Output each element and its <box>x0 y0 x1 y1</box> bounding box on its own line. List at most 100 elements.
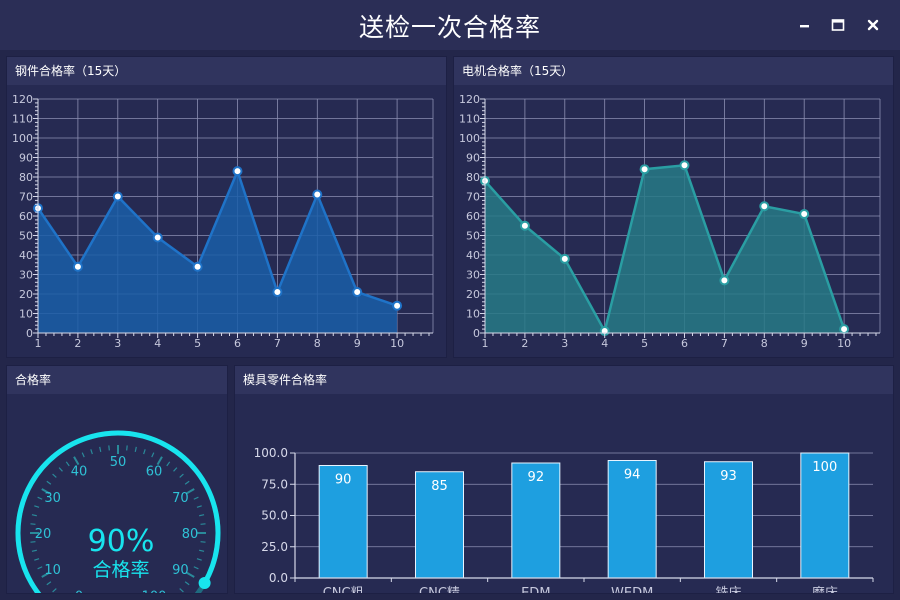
y-tick-label: 80 <box>19 171 33 184</box>
y-tick-label: 50 <box>466 230 480 243</box>
gauge-tick <box>31 549 37 552</box>
motor-panel-title: 电机合格率（15天） <box>454 57 893 85</box>
gauge-tick <box>184 581 190 586</box>
gauge-tick <box>199 549 205 552</box>
bar-value-label: 94 <box>624 468 641 483</box>
x-tick-label: CNC精 <box>419 586 460 593</box>
gauge-tick <box>34 505 40 508</box>
y-tick-label: 110 <box>12 113 33 126</box>
gauge-tick <box>193 496 199 500</box>
x-tick-label: 2 <box>74 337 81 350</box>
gauge-tick-label: 30 <box>44 491 61 506</box>
bar-value-label: 90 <box>335 473 352 488</box>
y-tick-label: 50.0 <box>261 509 288 523</box>
y-tick-label: 100 <box>12 132 33 145</box>
gauge-tick <box>179 588 184 593</box>
gauge-tick <box>199 514 205 517</box>
data-point <box>272 287 283 298</box>
data-point <box>679 160 690 171</box>
gauge-panel: 合格率 010203040506070809010090%合格率 <box>6 365 228 600</box>
gauge-tick-label: 100 <box>142 589 167 593</box>
x-tick-label: 铣床 <box>715 586 741 593</box>
x-tick-label: 1 <box>482 337 489 350</box>
x-tick-label: 7 <box>721 337 728 350</box>
gauge-tick <box>108 445 110 451</box>
gauge-tick <box>52 588 57 593</box>
gauge-pointer <box>198 577 211 589</box>
maximize-button[interactable] <box>829 16 847 34</box>
motor-chart: 0 10 20 30 40 50 60 70 80 90 100 110 120 1 2 3 4 5 6 7 8 9 10 <box>459 93 881 350</box>
gauge-tick-label: 10 <box>44 563 61 578</box>
gauge-tick <box>193 566 199 570</box>
x-tick-label: CNC粗 <box>323 586 364 593</box>
x-tick-label: 7 <box>274 337 281 350</box>
data-point <box>152 232 163 243</box>
data-point <box>519 220 530 231</box>
y-tick-label: 70 <box>466 191 480 204</box>
data-point <box>839 324 850 335</box>
x-tick-label: 8 <box>314 337 321 350</box>
gauge-tick <box>31 514 37 517</box>
gauge-tick <box>73 456 80 466</box>
y-tick-label: 0 <box>473 327 480 340</box>
bar-value-label: 85 <box>431 479 448 494</box>
y-tick-label: 25.0 <box>261 540 288 554</box>
data-point <box>759 201 770 212</box>
y-tick-label: 10 <box>466 308 480 321</box>
gauge-tick-label: 0 <box>75 589 83 593</box>
gauge-tick-label: 20 <box>35 527 52 542</box>
y-tick-label: 120 <box>12 93 33 106</box>
series-area <box>485 165 845 333</box>
gauge-caption: 合格率 <box>92 559 149 581</box>
x-tick-label: WEDM <box>611 586 653 593</box>
y-tick-label: 30 <box>466 269 480 282</box>
data-point <box>112 191 123 202</box>
gauge-tick <box>173 467 178 472</box>
y-tick-label: 90 <box>466 152 480 165</box>
y-tick-label: 100 <box>459 132 480 145</box>
x-tick-label: 10 <box>837 337 851 350</box>
x-tick-label: 8 <box>761 337 768 350</box>
x-tick-label: 3 <box>114 337 121 350</box>
close-icon <box>867 19 879 31</box>
gauge-tick <box>58 467 63 472</box>
close-button[interactable] <box>864 16 882 34</box>
x-tick-label: 9 <box>354 337 361 350</box>
gauge-tick <box>196 558 202 561</box>
gauge-tick <box>37 566 43 570</box>
data-point <box>392 300 403 311</box>
y-tick-label: 100.0 <box>254 446 288 460</box>
data-point <box>352 287 363 298</box>
y-tick-label: 20 <box>19 288 33 301</box>
bar-value-label: 92 <box>528 470 545 485</box>
motor-panel: 电机合格率（15天） 0 10 20 30 40 50 60 70 80 90 100 110 120 1… <box>453 56 894 358</box>
gauge-tick-label: 90 <box>172 563 189 578</box>
gauge-tick <box>196 505 202 508</box>
gauge-chart: 0 10 20 30 40 50 60 70 80 90 100 90%合格率 <box>15 430 221 600</box>
y-tick-label: 80 <box>466 171 480 184</box>
y-tick-label: 30 <box>19 269 33 282</box>
y-tick-label: 90 <box>19 152 33 165</box>
minimize-button[interactable] <box>796 16 814 34</box>
y-tick-label: 40 <box>19 249 33 262</box>
data-point <box>799 209 810 220</box>
y-tick-label: 60 <box>19 210 33 223</box>
bar-value-label: 93 <box>720 469 737 484</box>
x-tick-label: 磨床 <box>812 586 838 593</box>
x-tick-label: 2 <box>521 337 528 350</box>
x-tick-label: 5 <box>641 337 648 350</box>
gauge-tick-label: 80 <box>182 527 199 542</box>
data-point <box>72 261 83 272</box>
gauge-tick-label: 60 <box>146 465 163 480</box>
gauge-tick <box>65 461 70 467</box>
mold-panel-title: 模具零件合格率 <box>235 366 893 394</box>
x-tick-label: 4 <box>601 337 608 350</box>
x-tick-label: 6 <box>234 337 241 350</box>
x-tick-label: 6 <box>681 337 688 350</box>
mold-chart: 0.0 25.0 50.0 75.0 100.0 90 CNC粗 85 CNC精 92 EDM 94 W… <box>254 446 874 600</box>
y-tick-label: 0.0 <box>269 571 288 585</box>
data-point <box>192 261 203 272</box>
y-tick-label: 20 <box>466 288 480 301</box>
gauge-tick <box>46 480 52 485</box>
gauge-panel-title: 合格率 <box>7 366 227 394</box>
